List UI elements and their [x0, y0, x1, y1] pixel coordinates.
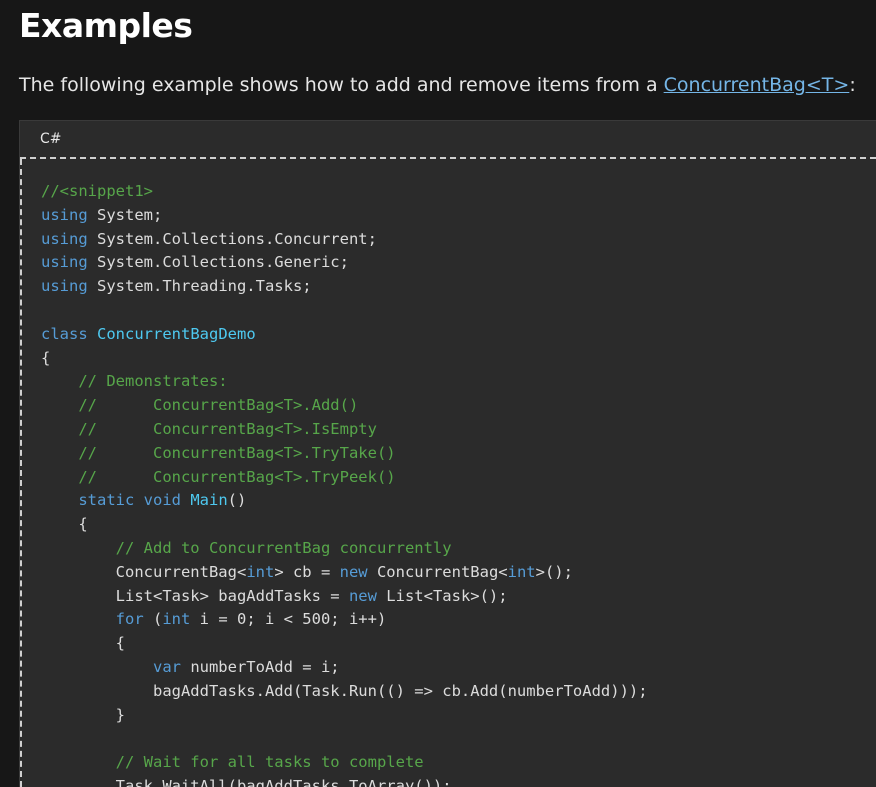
code-token-plain: >();: [535, 562, 573, 581]
code-token-plain: System;: [87, 205, 163, 224]
code-token-keyword: new: [348, 586, 377, 605]
code-token-plain: bagAddTasks.Add(Task.Run(() => cb.Add(nu…: [41, 681, 648, 700]
code-token-keyword: using: [41, 277, 88, 296]
code-token-comment: // ConcurrentBag<T>.Add(): [78, 396, 359, 415]
code-token-plain: > cb =: [274, 562, 340, 581]
code-token-plain: (: [143, 610, 163, 629]
code-line: var numberToAdd = i;: [41, 656, 648, 680]
section-heading: Examples: [19, 6, 193, 45]
code-line: }: [41, 704, 648, 728]
code-token-keyword: using: [41, 253, 88, 272]
code-token-keyword: int: [507, 562, 536, 581]
code-line: // ConcurrentBag<T>.Add(): [41, 394, 648, 418]
code-token-keyword: new: [339, 562, 368, 581]
code-token-comment: // Wait for all tasks to complete: [115, 753, 424, 772]
code-token-comment: // ConcurrentBag<T>.TryTake(): [78, 443, 396, 462]
code-token-keyword: class: [41, 324, 88, 343]
code-line: using System.Threading.Tasks;: [41, 275, 648, 299]
code-token-comment: // ConcurrentBag<T>.TryPeek(): [78, 467, 396, 486]
code-token-comment: // Add to ConcurrentBag concurrently: [115, 538, 452, 557]
code-token-plain: System.Collections.Concurrent;: [87, 229, 377, 248]
intro-suffix: :: [849, 74, 856, 96]
code-token-plain: {: [41, 515, 88, 534]
code-token-type: ConcurrentBagDemo: [97, 324, 256, 343]
code-line: using System.Collections.Generic;: [41, 251, 648, 275]
intro-paragraph: The following example shows how to add a…: [19, 74, 856, 96]
code-token-plain: Task.WaitAll(bagAddTasks.ToArray());: [41, 776, 452, 787]
code-token-plain: {: [41, 634, 125, 653]
code-token-keyword: int: [246, 562, 275, 581]
code-line: static void Main(): [41, 489, 648, 513]
code-line: using System;: [41, 204, 648, 228]
code-token-plain: }: [41, 705, 125, 724]
code-line: {: [41, 347, 648, 371]
code-line: // Demonstrates:: [41, 370, 648, 394]
code-line: using System.Collections.Concurrent;: [41, 228, 648, 252]
code-line: // ConcurrentBag<T>.IsEmpty: [41, 418, 648, 442]
code-line: ​: [41, 727, 648, 751]
code-token-plain: ConcurrentBag<: [41, 562, 247, 581]
code-token-comment: // Demonstrates:: [78, 372, 228, 391]
code-body[interactable]: //<snippet1> using System; using System.Co…: [20, 159, 876, 787]
code-line: //<snippet1>: [41, 180, 648, 204]
code-token-plain: List<Task>();: [376, 586, 508, 605]
intro-text: The following example shows how to add a…: [19, 74, 664, 96]
code-line: ConcurrentBag<int> cb = new ConcurrentBa…: [41, 561, 648, 585]
code-content[interactable]: //<snippet1> using System; using System.Co…: [41, 180, 648, 787]
code-token-keyword: void: [143, 491, 181, 510]
code-line: class ConcurrentBagDemo: [41, 323, 648, 347]
code-line: // ConcurrentBag<T>.TryPeek(): [41, 466, 648, 490]
code-token-plain: i = 0; i < 500; i++): [190, 610, 387, 629]
code-token-keyword: static: [78, 491, 135, 510]
code-token-comment: //<snippet1>: [41, 182, 153, 200]
code-token-keyword: int: [162, 610, 191, 629]
code-token-plain: ConcurrentBag<: [367, 562, 508, 581]
code-line: for (int i = 0; i < 500; i++): [41, 608, 648, 632]
code-line: ​: [41, 299, 648, 323]
code-line: bagAddTasks.Add(Task.Run(() => cb.Add(nu…: [41, 680, 648, 704]
code-block: C# //<snippet1> using System; using System…: [19, 120, 876, 787]
code-line: // Wait for all tasks to complete: [41, 751, 648, 775]
code-header: C#: [20, 121, 876, 159]
code-token-keyword: using: [41, 229, 88, 248]
code-token-plain: System.Threading.Tasks;: [87, 277, 312, 296]
concurrentbag-link[interactable]: ConcurrentBag<T>: [664, 74, 850, 96]
code-token-comment: // ConcurrentBag<T>.IsEmpty: [78, 419, 377, 438]
code-token-plain: numberToAdd = i;: [180, 657, 340, 676]
code-token-plain: (): [227, 491, 247, 510]
code-token-keyword: var: [152, 657, 181, 676]
code-token-type: Main: [190, 491, 228, 510]
code-line: {: [41, 632, 648, 656]
code-line: List<Task> bagAddTasks = new List<Task>(…: [41, 585, 648, 609]
code-token-plain: {: [41, 348, 51, 367]
code-line: // ConcurrentBag<T>.TryTake(): [41, 442, 648, 466]
code-line: // Add to ConcurrentBag concurrently: [41, 537, 648, 561]
code-line: {: [41, 513, 648, 537]
code-language-label: C#: [40, 131, 62, 147]
code-token-plain: List<Task> bagAddTasks =: [41, 586, 349, 605]
code-token-keyword: using: [41, 205, 88, 224]
code-token-keyword: for: [115, 610, 144, 629]
code-line: Task.WaitAll(bagAddTasks.ToArray());: [41, 775, 648, 787]
code-token-plain: System.Collections.Generic;: [87, 253, 349, 272]
